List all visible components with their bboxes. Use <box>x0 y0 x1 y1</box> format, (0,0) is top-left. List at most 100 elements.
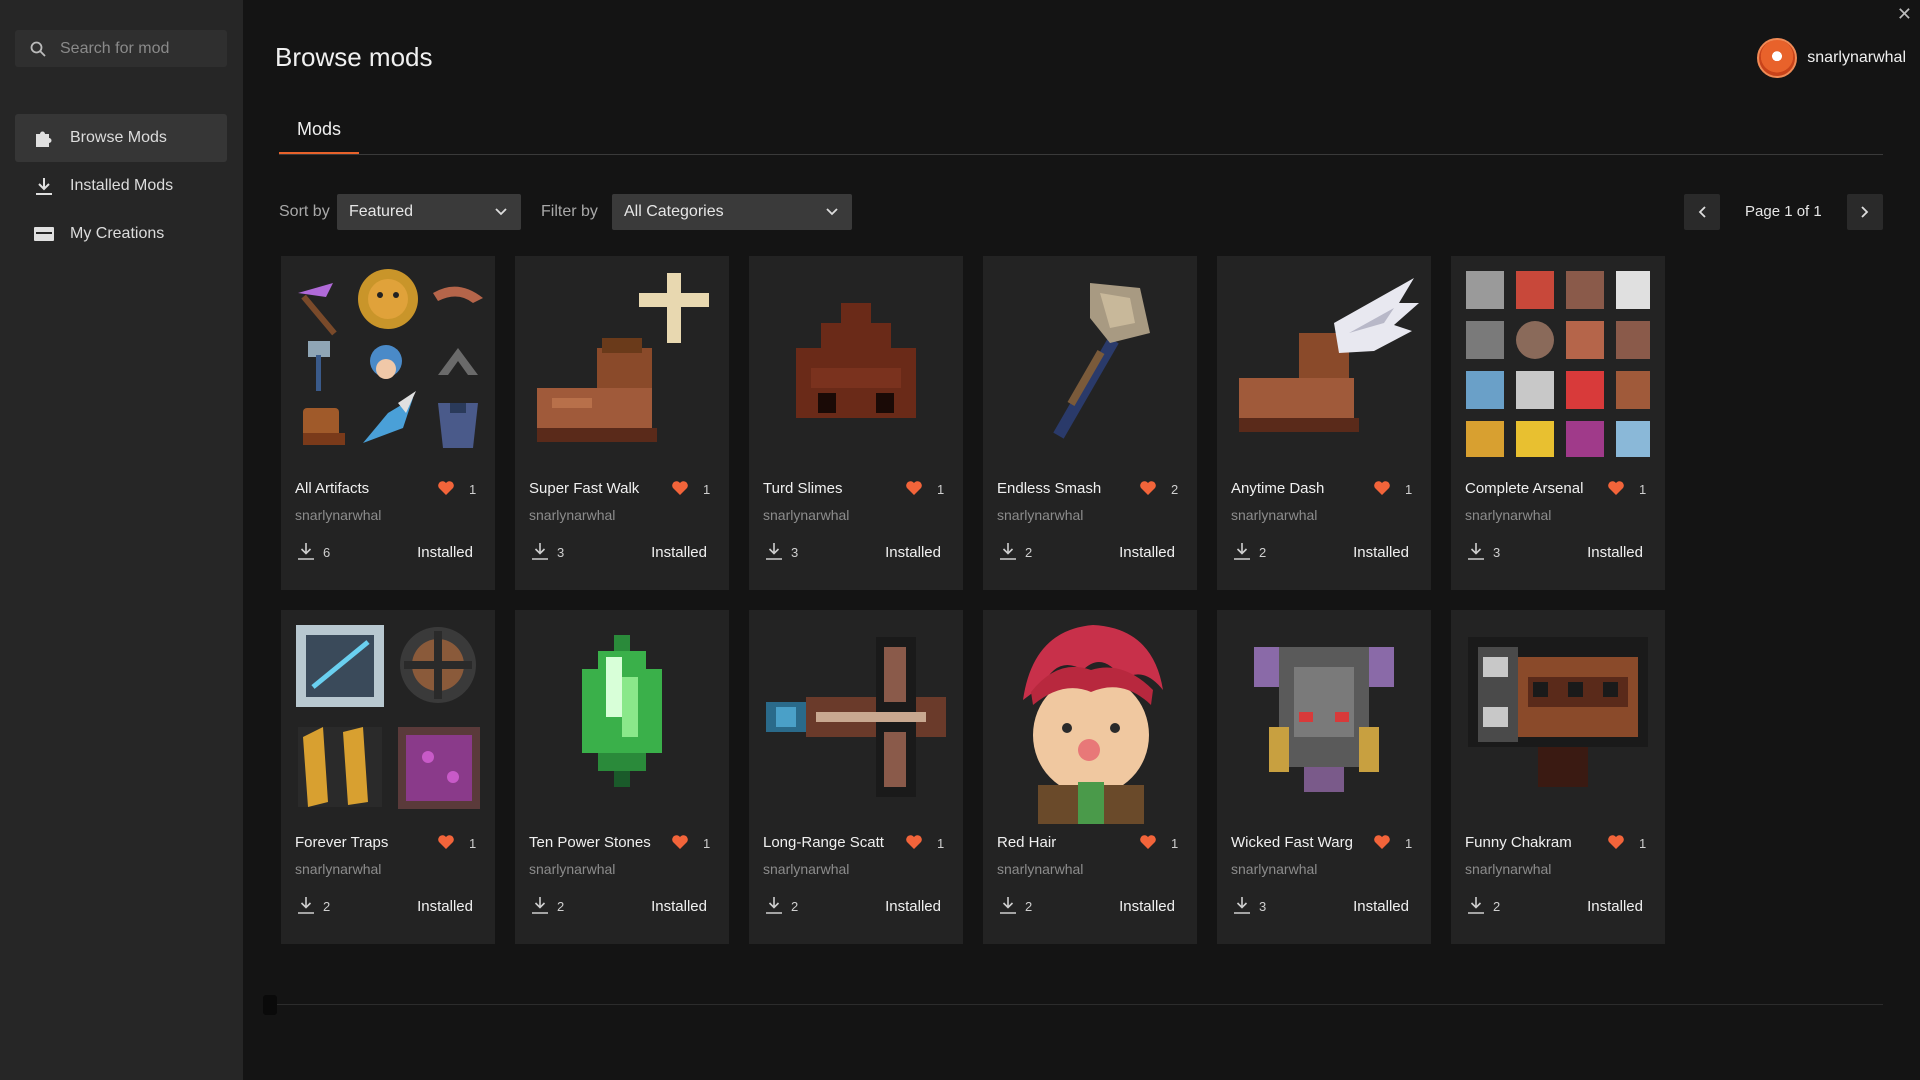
sort-select[interactable]: Featured <box>337 194 521 230</box>
like-count: 1 <box>1405 482 1413 497</box>
mod-title: Wicked Fast Warg <box>1231 834 1353 851</box>
download-icon <box>532 897 548 914</box>
tab-bar: Mods <box>279 118 1883 155</box>
download-count: 2 <box>791 899 799 914</box>
sidebar-item-my-creations[interactable]: My Creations <box>15 210 227 258</box>
download-count: 3 <box>557 545 565 560</box>
mod-title: Endless Smash <box>997 480 1102 497</box>
mod-card[interactable]: Wicked Fast Warg 1 snarlynarwhal 3 Insta… <box>1217 610 1431 944</box>
user-menu[interactable]: snarlynarwhal <box>1757 38 1906 78</box>
mod-title: All Artifacts <box>295 480 370 497</box>
install-status: Installed <box>1119 544 1175 561</box>
sort-label: Sort by <box>279 203 330 220</box>
search-input[interactable] <box>58 38 222 59</box>
sidebar-item-label: Browse Mods <box>70 129 167 146</box>
like-count: 1 <box>469 482 477 497</box>
mod-card[interactable]: Red Hair 1 snarlynarwhal 2 Installed <box>983 610 1197 944</box>
page-title: Browse mods <box>275 42 433 72</box>
horizontal-scrollbar-track[interactable] <box>263 1004 1883 1005</box>
mod-card[interactable]: Anytime Dash 1 snarlynarwhal 2 Installed <box>1217 256 1431 590</box>
download-icon <box>1234 897 1250 914</box>
like-count: 1 <box>937 482 945 497</box>
mod-author: snarlynarwhal <box>295 861 382 877</box>
heart-icon[interactable] <box>671 480 689 496</box>
download-icon <box>766 543 782 560</box>
tab-mods[interactable]: Mods <box>279 118 360 154</box>
mod-author: snarlynarwhal <box>1231 861 1318 877</box>
install-status: Installed <box>651 898 707 915</box>
download-count: 2 <box>557 899 565 914</box>
like-count: 1 <box>469 836 477 851</box>
download-icon <box>1468 543 1484 560</box>
download-icon <box>532 543 548 560</box>
download-icon <box>1468 897 1484 914</box>
mod-title: Complete Arsenal <box>1465 480 1584 497</box>
install-status: Installed <box>885 544 941 561</box>
next-page-button[interactable] <box>1847 194 1883 230</box>
mod-title: Funny Chakram <box>1465 834 1572 851</box>
chevron-down-icon <box>826 208 838 216</box>
mod-card[interactable]: Ten Power Stones 1 snarlynarwhal 2 Insta… <box>515 610 729 944</box>
sidebar-item-installed-mods[interactable]: Installed Mods <box>15 162 227 210</box>
chevron-right-icon <box>1861 206 1869 218</box>
install-status: Installed <box>1353 544 1409 561</box>
install-status: Installed <box>651 544 707 561</box>
close-icon[interactable]: ✕ <box>1897 4 1912 25</box>
download-count: 3 <box>1493 545 1501 560</box>
sidebar-item-browse-mods[interactable]: Browse Mods <box>15 114 227 162</box>
username: snarlynarwhal <box>1807 49 1906 66</box>
prev-page-button[interactable] <box>1684 194 1720 230</box>
sort-value: Featured <box>349 203 414 220</box>
like-count: 1 <box>1405 836 1413 851</box>
filter-select[interactable]: All Categories <box>612 194 852 230</box>
mod-card[interactable]: Long-Range Scatt 1 snarlynarwhal 2 Insta… <box>749 610 963 944</box>
artifacts-collage-thumbnail <box>281 256 495 470</box>
mod-author: snarlynarwhal <box>997 507 1084 523</box>
install-status: Installed <box>885 898 941 915</box>
heart-icon[interactable] <box>1607 480 1625 496</box>
heart-icon[interactable] <box>671 834 689 850</box>
heart-icon[interactable] <box>437 834 455 850</box>
heart-icon[interactable] <box>905 834 923 850</box>
heart-icon[interactable] <box>1139 834 1157 850</box>
download-count: 2 <box>1259 545 1267 560</box>
mod-title: Ten Power Stones <box>529 834 651 851</box>
mod-author: snarlynarwhal <box>529 861 616 877</box>
like-count: 1 <box>937 836 945 851</box>
install-status: Installed <box>1119 898 1175 915</box>
heart-icon[interactable] <box>1139 480 1157 496</box>
mod-author: snarlynarwhal <box>997 861 1084 877</box>
mod-author: snarlynarwhal <box>1231 507 1318 523</box>
mod-card[interactable]: Turd Slimes 1 snarlynarwhal 3 Installed <box>749 256 963 590</box>
like-count: 1 <box>1639 836 1647 851</box>
mod-author: snarlynarwhal <box>1465 861 1552 877</box>
heart-icon[interactable] <box>905 480 923 496</box>
arsenal-grid-thumbnail <box>1451 256 1665 470</box>
mod-author: snarlynarwhal <box>1465 507 1552 523</box>
mod-card[interactable]: Forever Traps 1 snarlynarwhal 2 Installe… <box>281 610 495 944</box>
download-count: 2 <box>323 899 331 914</box>
mod-title: Turd Slimes <box>763 480 843 497</box>
traps-collage-thumbnail <box>281 610 495 824</box>
chevron-left-icon <box>1698 206 1706 218</box>
chakram-block-thumbnail <box>1451 610 1665 824</box>
mod-author: snarlynarwhal <box>295 507 382 523</box>
filter-label: Filter by <box>541 203 598 220</box>
heart-icon[interactable] <box>1373 480 1391 496</box>
mod-card[interactable]: All Artifacts 1 snarlynarwhal 6 Installe… <box>281 256 495 590</box>
page-indicator: Page 1 of 1 <box>1745 203 1822 220</box>
mod-card[interactable]: Endless Smash 2 snarlynarwhal 2 Installe… <box>983 256 1197 590</box>
mod-card[interactable]: Funny Chakram 1 snarlynarwhal 2 Installe… <box>1451 610 1665 944</box>
scrollbar-thumb[interactable] <box>263 995 277 1015</box>
heart-icon[interactable] <box>1607 834 1625 850</box>
mod-title: Super Fast Walk <box>529 480 640 497</box>
search-box[interactable] <box>15 30 227 67</box>
mod-card[interactable]: Complete Arsenal 1 snarlynarwhal 3 Insta… <box>1451 256 1665 590</box>
download-icon <box>1000 543 1016 560</box>
mod-card[interactable]: Super Fast Walk 1 snarlynarwhal 3 Instal… <box>515 256 729 590</box>
heart-icon[interactable] <box>437 480 455 496</box>
chevron-down-icon <box>495 208 507 216</box>
heart-icon[interactable] <box>1373 834 1391 850</box>
install-status: Installed <box>417 898 473 915</box>
install-status: Installed <box>1587 898 1643 915</box>
